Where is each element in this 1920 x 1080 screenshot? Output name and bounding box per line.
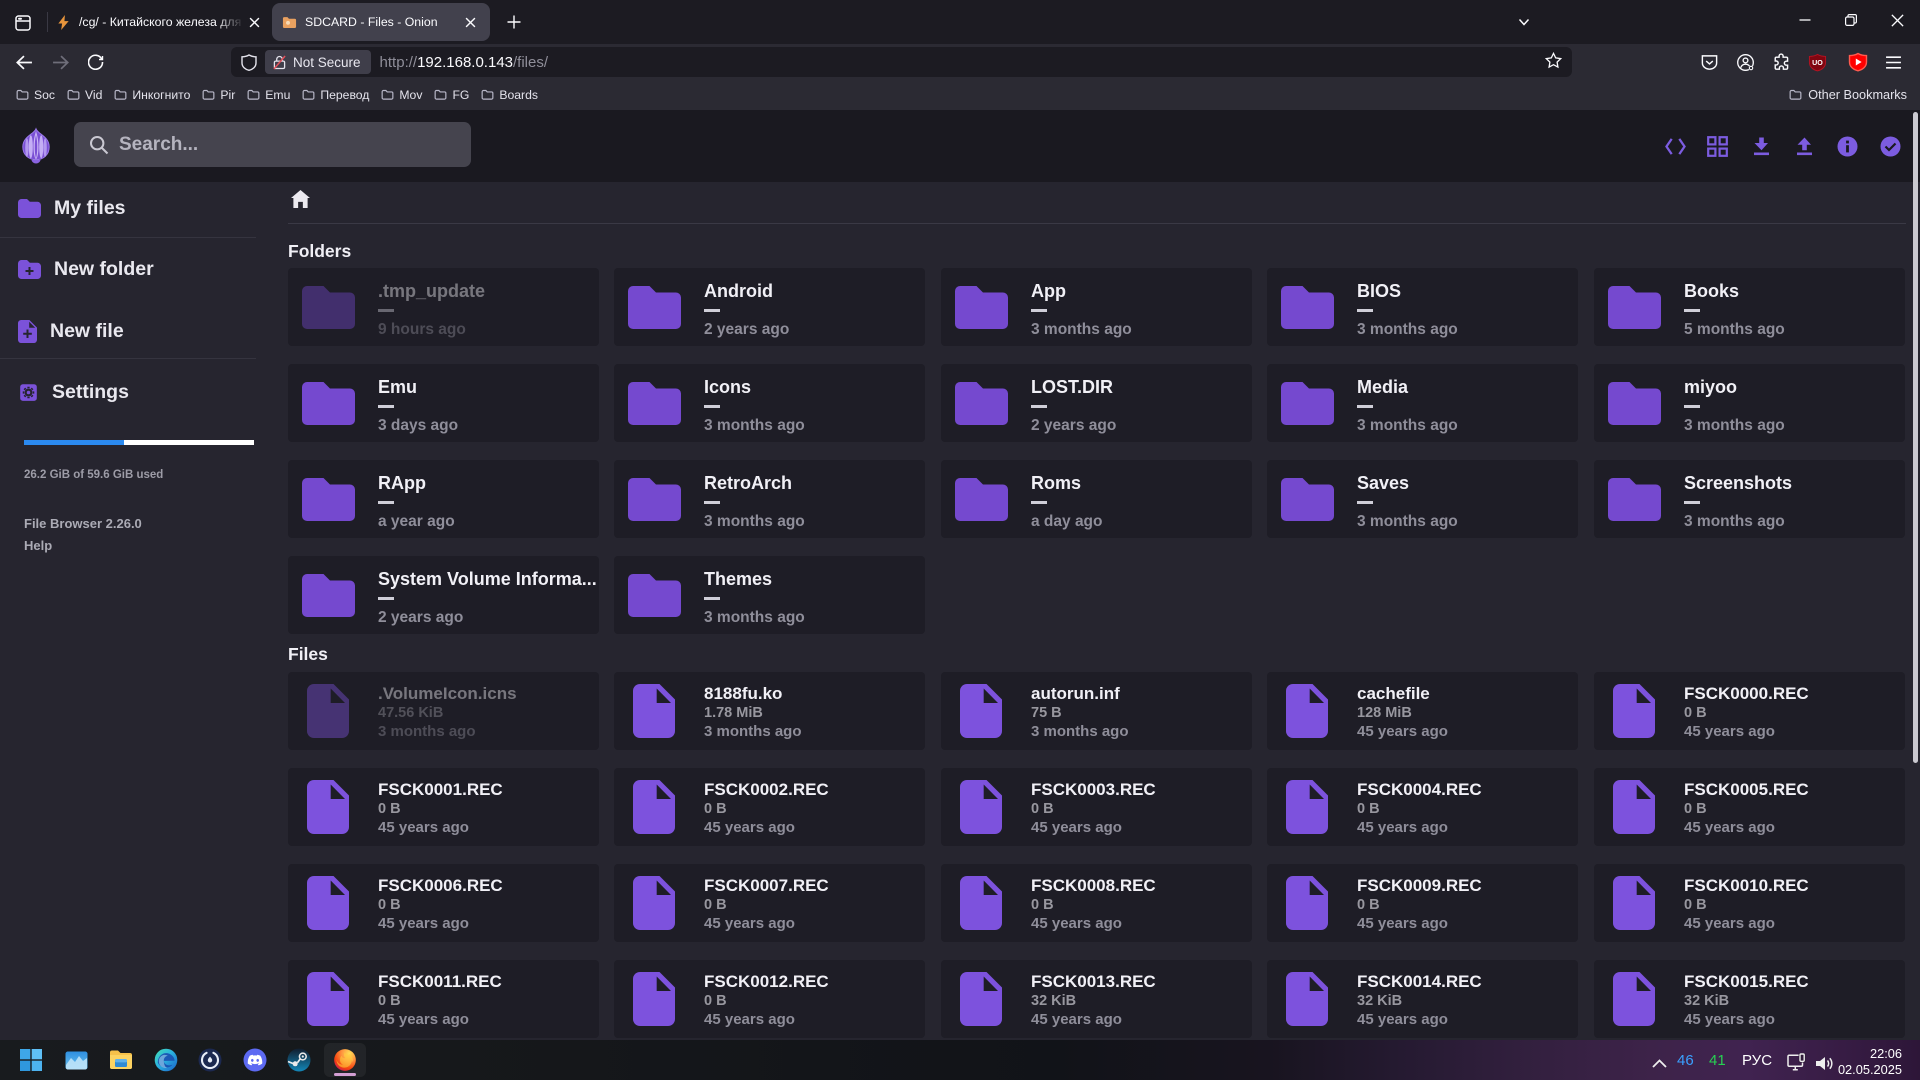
svg-text:UO: UO bbox=[1812, 58, 1823, 66]
